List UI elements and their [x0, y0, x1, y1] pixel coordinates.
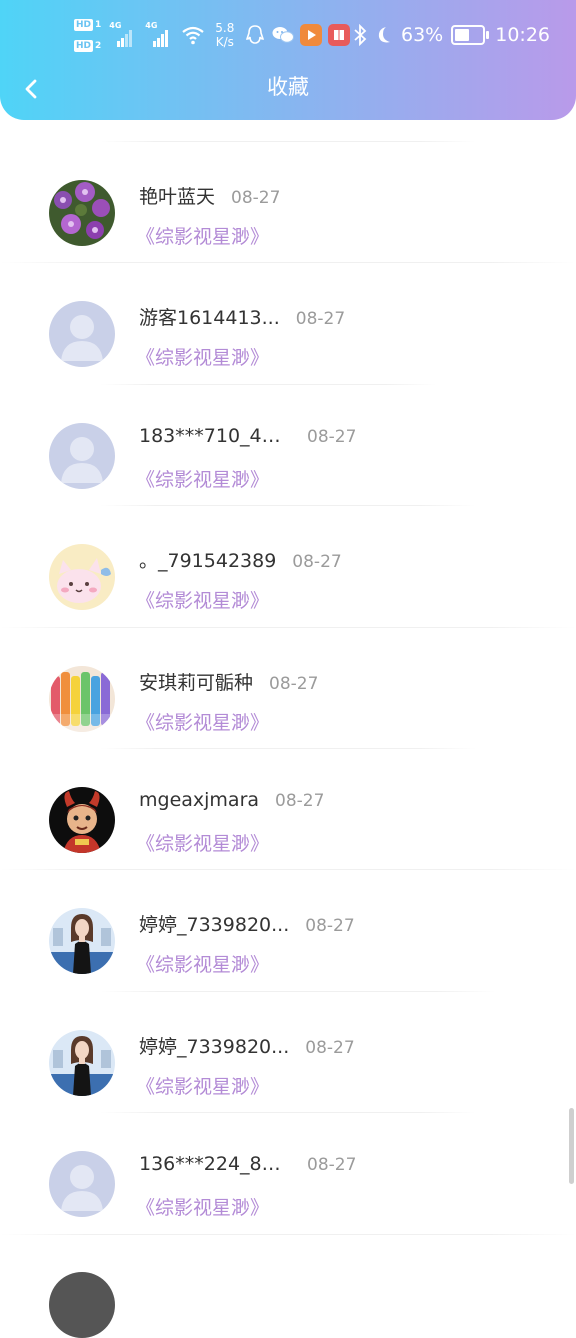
book-title[interactable]: 《综影视星渺》 — [136, 586, 269, 613]
book-title[interactable]: 《综影视星渺》 — [136, 829, 269, 856]
name-line: mgeaxjmara 08-27 — [139, 789, 324, 819]
date: 08-27 — [307, 426, 357, 447]
list-item[interactable]: 艳叶蓝天 08-27 《综影视星渺》 — [0, 142, 576, 264]
date: 08-27 — [292, 552, 342, 573]
avatar[interactable] — [49, 665, 115, 732]
video-app-icon — [300, 24, 323, 46]
default-user-icon — [49, 301, 115, 368]
battery-icon — [451, 25, 490, 45]
date: 08-27 — [269, 673, 319, 694]
cat-avatar-image — [49, 544, 115, 611]
battery-level — [455, 29, 470, 41]
divider — [0, 1233, 576, 1235]
date: 08-27 — [295, 309, 346, 330]
favorites-list: 艳叶蓝天 08-27 《综影视星渺》 游客1614413... 08-27 《综… — [0, 22, 576, 1235]
default-user-icon — [49, 422, 115, 489]
scrollbar[interactable] — [569, 1108, 574, 1184]
signal-icon-2: 4G — [145, 21, 171, 47]
reader-app-icon — [328, 24, 351, 46]
default-user-icon — [49, 1151, 115, 1218]
moon-icon — [375, 25, 393, 45]
avatar[interactable] — [49, 180, 115, 246]
user-name[interactable]: 136***224_84... — [139, 1153, 291, 1175]
list-item[interactable]: 游客1614413... 08-27 《综影视星渺》 — [0, 263, 576, 385]
name-line: 游客1614413... 08-27 — [139, 303, 345, 333]
list-item[interactable]: 婷婷_7339820... 08-27 《综影视星渺》 — [0, 992, 576, 1114]
avatar[interactable] — [49, 544, 115, 611]
signal-icon-1: 4G — [109, 21, 135, 47]
name-line: 183***710_44... 08-27 — [139, 425, 356, 455]
date: 08-27 — [231, 188, 281, 208]
list-item[interactable]: 。_791542389 08-27 《综影视星渺》 — [0, 506, 576, 628]
name-line: 艳叶蓝天 08-27 — [139, 182, 280, 212]
date: 08-27 — [275, 790, 325, 811]
woman-avatar-image — [49, 908, 115, 975]
hd-indicators: HD 1 HD 2 — [74, 18, 101, 52]
woman-avatar-image — [49, 1029, 115, 1096]
network-speed: 5.8 K/s — [215, 21, 235, 49]
book-title[interactable]: 《综影视星渺》 — [136, 343, 269, 370]
book-title[interactable]: 《综影视星渺》 — [136, 1072, 269, 1099]
list-item[interactable]: 136***224_84... 08-27 《综影视星渺》 — [0, 1113, 576, 1235]
user-name[interactable]: 183***710_44... — [139, 425, 291, 447]
name-line: 婷婷_7339820... 08-27 — [139, 910, 355, 940]
list-item[interactable]: 婷婷_7339820... 08-27 《综影视星渺》 — [0, 870, 576, 992]
avatar[interactable] — [49, 1029, 115, 1096]
list-item[interactable]: mgeaxjmara 08-27 《综影视星渺》 — [0, 749, 576, 871]
nav-bar: 收藏 — [0, 66, 576, 110]
qq-icon — [244, 24, 266, 46]
header: HD 1 HD 2 4G 4G 5.8 K/s 63% 10:26 收藏 — [0, 0, 576, 120]
hd-badge-1: HD 1 — [74, 18, 102, 31]
status-bar: HD 1 HD 2 4G 4G 5.8 K/s 63% 10:26 — [0, 0, 576, 70]
user-name[interactable]: 游客1614413... — [139, 303, 280, 330]
hd-badge-2: HD 2 — [74, 39, 102, 52]
user-name[interactable]: 婷婷_7339820... — [139, 1032, 289, 1059]
character-avatar-image — [49, 786, 115, 853]
flower-avatar-image — [49, 180, 115, 246]
wechat-icon — [272, 24, 295, 46]
date: 08-27 — [307, 1155, 357, 1176]
page-title: 收藏 — [267, 75, 309, 99]
user-name[interactable]: 艳叶蓝天 — [139, 182, 215, 209]
battery-percent: 63% — [401, 24, 444, 46]
name-line: 安琪莉可骺种 08-27 — [139, 668, 318, 698]
clock: 10:26 — [495, 24, 550, 46]
next-item-avatar[interactable] — [49, 1272, 115, 1338]
avatar[interactable] — [49, 786, 115, 853]
name-line: 136***224_84... 08-27 — [139, 1153, 356, 1183]
avatar[interactable] — [49, 301, 115, 368]
bottles-avatar-image — [49, 665, 115, 732]
book-title[interactable]: 《综影视星渺》 — [136, 465, 269, 492]
user-name[interactable]: 安琪莉可骺种 — [139, 668, 253, 695]
user-name[interactable]: 。_791542389 — [139, 546, 276, 573]
user-name[interactable]: mgeaxjmara — [139, 789, 259, 811]
book-title[interactable]: 《综影视星渺》 — [136, 950, 269, 977]
user-name[interactable]: 婷婷_7339820... — [139, 910, 289, 937]
date: 08-27 — [305, 916, 355, 937]
book-title[interactable]: 《综影视星渺》 — [136, 222, 269, 249]
status-bar-left: HD 1 HD 2 4G 4G 5.8 K/s — [74, 16, 356, 54]
book-title[interactable]: 《综影视星渺》 — [136, 1193, 269, 1220]
wifi-icon — [181, 25, 205, 45]
avatar[interactable] — [49, 422, 115, 489]
avatar[interactable] — [49, 908, 115, 975]
avatar[interactable] — [49, 1151, 115, 1218]
book-title[interactable]: 《综影视星渺》 — [136, 708, 269, 735]
name-line: 。_791542389 08-27 — [139, 546, 342, 576]
name-line: 婷婷_7339820... 08-27 — [139, 1032, 355, 1062]
list-item[interactable]: 安琪莉可骺种 08-27 《综影视星渺》 — [0, 628, 576, 749]
status-bar-right: 63% 10:26 — [353, 16, 550, 54]
bluetooth-icon — [353, 24, 367, 46]
list-item[interactable]: 183***710_44... 08-27 《综影视星渺》 — [0, 385, 576, 507]
date: 08-27 — [305, 1037, 355, 1058]
